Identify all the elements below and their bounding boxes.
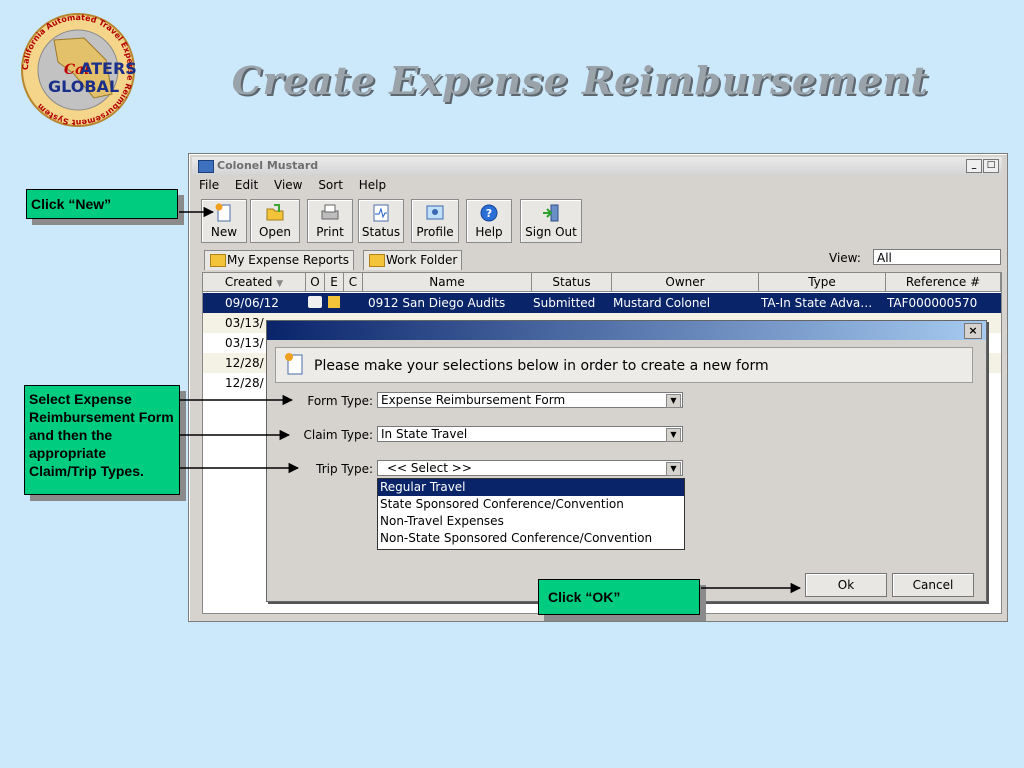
callout-arrows (179, 206, 802, 594)
